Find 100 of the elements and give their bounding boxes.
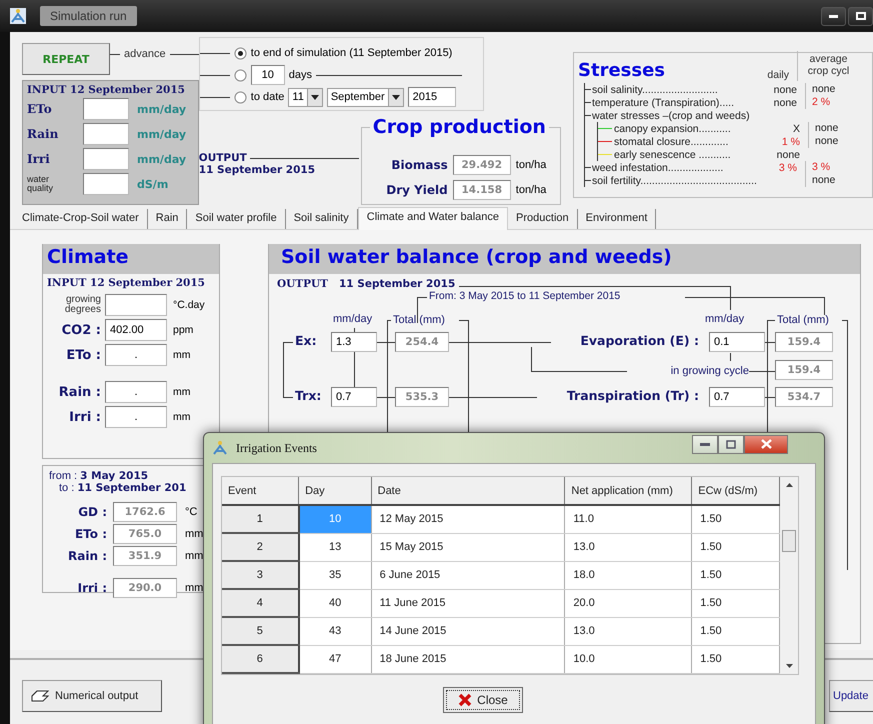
maximize-button[interactable] [718, 434, 744, 454]
year-field[interactable]: 2015 [408, 87, 456, 107]
column-heading: Total (mm) [393, 314, 445, 326]
field-label: water quality [27, 175, 54, 193]
table-cell: 15 May 2015 [371, 533, 565, 561]
daily-value: none [776, 148, 800, 160]
daily-value: 3 % [778, 162, 797, 174]
tab[interactable]: Environment [578, 209, 656, 229]
value-field: 159.4 [775, 332, 833, 352]
table-cell[interactable]: 13 [298, 533, 372, 561]
column-header: Event [222, 477, 299, 505]
unit-label: mm/day [136, 152, 188, 166]
table-cell[interactable]: 35 [298, 561, 372, 589]
row-header: 5 [222, 617, 299, 645]
value-field: 534.7 [775, 387, 833, 407]
close-button[interactable] [744, 434, 788, 454]
scroll-up-icon[interactable] [786, 483, 793, 487]
input-field[interactable]: 402.00 [105, 319, 167, 341]
input-date-label: INPUT 12 September 2015 [46, 276, 206, 291]
average-value: none [815, 135, 838, 147]
stress-label: soil salinity.......................... [592, 84, 719, 96]
tab[interactable]: Climate and Water balance [358, 207, 508, 230]
unit-label: mm [184, 528, 204, 540]
value-field: 254.4 [395, 332, 449, 352]
input-field[interactable] [83, 148, 129, 170]
output-date: 11 September 2015 [339, 278, 456, 290]
unit-label: °C.day [172, 299, 206, 311]
month-dropdown[interactable]: September [326, 88, 404, 106]
stress-label: water stresses –(crop and weeds) [592, 110, 751, 122]
scroll-thumb[interactable] [782, 530, 796, 552]
table-cell[interactable]: 47 [298, 645, 372, 673]
input-field[interactable]: . [105, 381, 167, 403]
output-label: OUTPUT [198, 152, 247, 164]
value-field: 0.1 [709, 332, 765, 352]
unit-label: mm/day [136, 128, 188, 140]
table-cell: 10.0 [564, 645, 692, 673]
radio-button[interactable] [234, 68, 247, 82]
days-field[interactable]: 10 [250, 65, 285, 85]
daily-value: 1 % [780, 136, 800, 148]
tab[interactable]: Soil water profile [187, 209, 286, 229]
stresses-title: Stresses [578, 60, 666, 81]
table-cell: 20.0 [564, 589, 692, 617]
flux-label: Trx: [295, 388, 322, 403]
minimize-button[interactable] [821, 6, 846, 26]
radio-button[interactable] [234, 90, 247, 104]
close-button[interactable]: Close [443, 687, 523, 713]
row-header: 4 [222, 589, 299, 617]
average-value: 3 % [812, 161, 830, 173]
row-header: 6 [222, 645, 299, 673]
update-button[interactable]: Update [829, 680, 873, 712]
to-date: 11 September 201 [77, 482, 186, 494]
input-field[interactable] [83, 98, 129, 120]
value-field: 1762.6 [113, 502, 177, 522]
flux-label: Evaporation (E) : [579, 333, 699, 348]
to-label: to : [59, 482, 76, 494]
stress-label: canopy expansion........... [614, 122, 732, 134]
climate-title: Climate [43, 244, 219, 274]
close-icon [760, 439, 772, 449]
caret-icon [392, 94, 400, 100]
input-field[interactable]: . [105, 344, 167, 366]
option-label: to end of simulation (11 September 2015) [250, 47, 452, 59]
tab[interactable]: Climate-Crop-Soil water [14, 209, 148, 229]
value-field: 159.4 [775, 360, 833, 380]
minimize-button[interactable] [692, 434, 718, 454]
column-header: Day [298, 477, 372, 505]
field-label: growing degrees [64, 295, 102, 315]
input-field[interactable] [105, 294, 167, 316]
from-label: from : [49, 470, 78, 482]
field-label: Biomass [390, 158, 448, 172]
tab[interactable]: Production [508, 209, 578, 229]
unit-label: mm [172, 386, 192, 398]
unit-label: dS/m [136, 178, 170, 190]
repeat-button[interactable]: REPEAT [22, 43, 110, 75]
water-balance-title: Soil water balance (crop and weeds) [269, 244, 860, 274]
field-label: CO2 : [60, 322, 102, 338]
day-dropdown[interactable]: 11 [288, 88, 323, 106]
unit-label: ton/ha [516, 184, 546, 196]
scroll-down-icon[interactable] [786, 664, 793, 668]
maximize-button[interactable] [848, 6, 873, 26]
stress-label: stomatal closure............. [614, 136, 730, 148]
output-label: OUTPUT [277, 278, 328, 290]
table-cell[interactable]: 43 [298, 617, 372, 645]
from-date: 3 May 2015 [80, 470, 148, 482]
column-heading: daily [766, 69, 789, 81]
flux-label: in growing cycle [670, 365, 749, 377]
field-label: ETo : [74, 527, 108, 541]
table-cell[interactable]: 40 [298, 589, 372, 617]
tab[interactable]: Rain [148, 209, 188, 229]
unit-label: mm [184, 550, 204, 562]
scrollbar[interactable] [780, 477, 798, 674]
input-field[interactable] [83, 123, 129, 145]
row-header: 2 [222, 533, 299, 561]
unit-label: mm/day [705, 313, 744, 325]
advance-label: advance [123, 48, 167, 60]
numerical-output-button[interactable]: Numerical output [22, 680, 162, 712]
window-title: Simulation run [40, 6, 137, 26]
input-field[interactable] [83, 173, 129, 195]
input-field[interactable]: . [105, 406, 167, 428]
table-cell: 13.0 [564, 533, 692, 561]
radio-button[interactable] [234, 46, 247, 60]
